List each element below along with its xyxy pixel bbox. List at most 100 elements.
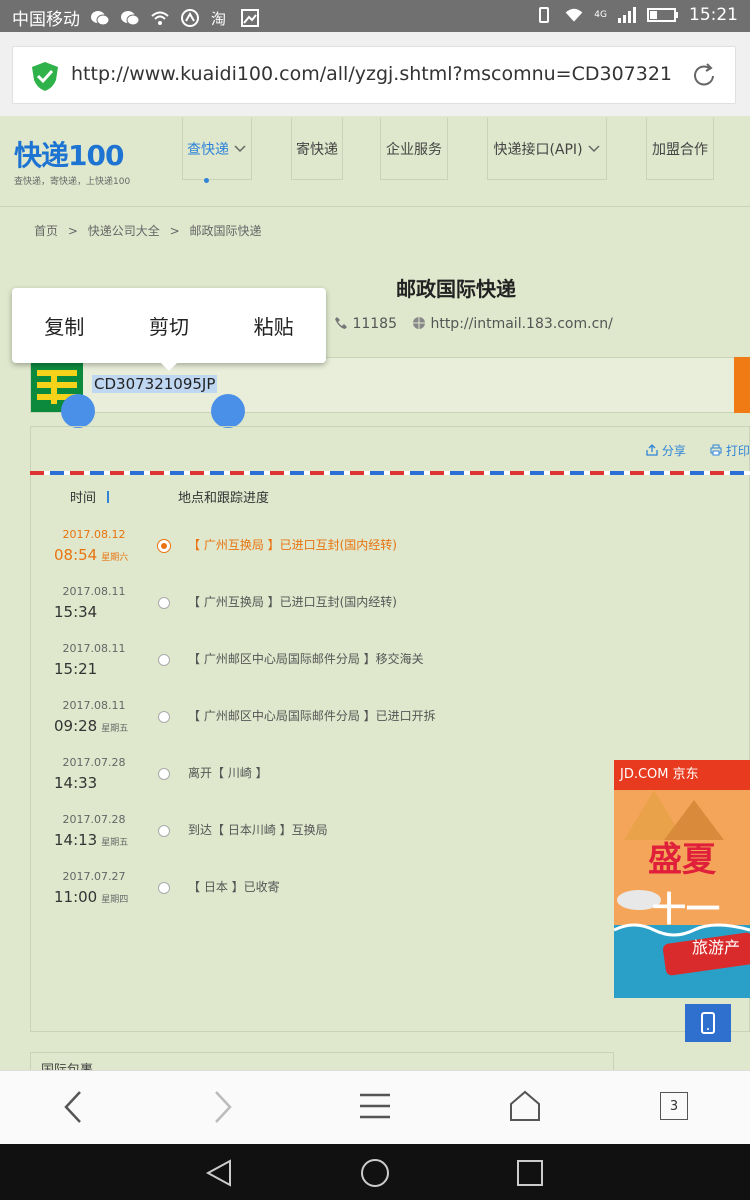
url-text: http://www.kuaidi100.com/all/yzgj.shtml?… — [71, 63, 671, 85]
tab-count-button[interactable]: 3 — [660, 1092, 688, 1120]
active-indicator — [204, 178, 209, 183]
logo-text: 快递100 — [14, 139, 124, 172]
nav-label: 快递接口(API) — [493, 141, 583, 158]
menu-icon[interactable] — [358, 1091, 392, 1121]
ad-headline-1: 盛夏 — [648, 840, 716, 880]
wechat-icon-2 — [121, 10, 140, 25]
event-description: 【 广州互换局 】已进口互封(国内经转) — [188, 595, 397, 609]
column-header-location: 地点和跟踪进度 — [178, 491, 270, 506]
query-button[interactable] — [734, 357, 750, 413]
event-time: 09:28 — [54, 717, 98, 735]
selection-handle-start[interactable] — [61, 394, 95, 428]
event-time-wrap: 15:21 — [54, 659, 101, 678]
column-header-time[interactable]: 时间 — [70, 487, 112, 506]
breadcrumb-current: 邮政国际快递 — [189, 224, 262, 238]
print-button[interactable]: 打印 — [710, 442, 750, 459]
event-time-wrap: 15:34 — [54, 602, 101, 621]
text-context-menu: 复制 剪切 粘贴 — [12, 288, 326, 363]
event-description: 【 广州互换局 】已进口互封(国内经转) — [188, 538, 397, 552]
event-time-wrap: 09:28 星期五 — [54, 716, 128, 735]
status-bar: 中国移动 淘 4G 15:21 — [0, 0, 750, 32]
cut-button[interactable]: 剪切 — [149, 311, 189, 340]
system-home-icon[interactable] — [359, 1157, 391, 1189]
event-time: 14:13 — [54, 831, 98, 849]
event-time-wrap: 14:13 星期五 — [54, 830, 128, 849]
timeline-dot — [158, 825, 170, 837]
event-time-wrap: 11:00 星期四 — [54, 887, 128, 906]
breadcrumb-sep: > — [169, 224, 180, 238]
copy-button[interactable]: 复制 — [44, 311, 84, 340]
site-header: 快递100 查快递，寄快递，上快递100 查快递 寄快递 企业服务 快递接口(A… — [0, 116, 750, 207]
nav-label: 企业服务 — [386, 141, 442, 158]
network-type: 4G — [594, 10, 607, 20]
event-weekday: 星期六 — [101, 553, 129, 563]
airmail-divider — [30, 471, 750, 475]
timeline-dot — [158, 882, 170, 894]
image-icon — [241, 8, 259, 27]
mobile-view-button[interactable] — [685, 1004, 731, 1042]
nav-label: 查快递 — [187, 141, 229, 158]
company-website[interactable]: http://intmail.183.com.cn/ — [412, 316, 613, 332]
share-button[interactable]: 分享 — [646, 442, 686, 459]
system-nav-bar — [0, 1144, 750, 1200]
battery-icon — [647, 8, 678, 22]
breadcrumb-directory[interactable]: 快递公司大全 — [88, 224, 160, 238]
event-date: 2017.08.11 — [62, 585, 126, 598]
event-description: 【 日本 】已收寄 — [188, 880, 280, 894]
system-recents-icon[interactable] — [515, 1158, 545, 1188]
phone-icon — [335, 317, 347, 329]
tracking-number-selected[interactable]: CD307321095JP — [92, 375, 218, 393]
website-url: http://intmail.183.com.cn/ — [430, 316, 613, 332]
event-date: 2017.08.12 — [62, 528, 126, 541]
url-field[interactable]: http://www.kuaidi100.com/all/yzgj.shtml?… — [12, 46, 736, 104]
reload-icon[interactable] — [689, 61, 719, 91]
home-icon[interactable] — [508, 1089, 542, 1123]
system-back-icon[interactable] — [204, 1158, 234, 1188]
event-date: 2017.08.11 — [62, 642, 126, 655]
secure-shield-icon — [32, 62, 58, 91]
carrier-name: 中国移动 — [12, 10, 80, 30]
wifi-hotspot-icon — [151, 11, 169, 25]
ad-ribbon-text: 旅游产 — [692, 938, 741, 957]
taobao-icon: 淘 — [211, 10, 226, 27]
column-header-time-label: 时间 — [70, 491, 97, 506]
globe-icon — [413, 317, 425, 329]
sort-icon — [107, 491, 110, 503]
paste-button[interactable]: 粘贴 — [254, 311, 294, 340]
event-date: 2017.07.27 — [62, 870, 126, 883]
event-time: 15:21 — [54, 660, 98, 678]
company-phone[interactable]: 11185 — [334, 316, 397, 332]
site-logo[interactable]: 快递100 查快递，寄快递，上快递100 — [14, 134, 130, 187]
browser-address-bar: http://www.kuaidi100.com/all/yzgj.shtml?… — [0, 32, 750, 116]
logo-tagline: 查快递，寄快递，上快递100 — [14, 177, 131, 187]
vibrate-icon — [539, 7, 550, 23]
event-description: 【 广州邮区中心局国际邮件分局 】移交海关 — [188, 652, 424, 666]
event-time: 11:00 — [54, 888, 98, 906]
timeline-dot — [158, 654, 170, 666]
breadcrumb-home[interactable]: 首页 — [34, 224, 58, 238]
chevron-down-icon — [234, 144, 246, 152]
nav-api[interactable]: 快递接口(API) — [487, 118, 607, 180]
back-icon[interactable] — [58, 1089, 88, 1125]
signal-icon — [618, 7, 636, 23]
nav-enterprise[interactable]: 企业服务 — [380, 118, 448, 180]
forward-icon[interactable] — [208, 1089, 238, 1125]
nav-track-parcel[interactable]: 查快递 — [182, 118, 252, 180]
nav-send-parcel[interactable]: 寄快递 — [291, 118, 343, 180]
wifi-icon — [565, 8, 583, 22]
event-description: 到达【 日本川崎 】互换局 — [188, 823, 328, 837]
international-parcel-panel: 国际包裹 — [30, 1052, 614, 1078]
share-label: 分享 — [661, 444, 686, 458]
breadcrumb-sep: > — [67, 224, 78, 238]
wechat-icon — [91, 10, 110, 25]
jd-ad-banner[interactable]: JD.COM 京东 盛夏 十一 旅游产 — [614, 760, 750, 998]
nav-franchise[interactable]: 加盟合作 — [646, 118, 714, 180]
browser-toolbar — [0, 1070, 750, 1145]
event-weekday: 星期五 — [101, 838, 129, 848]
timeline-dot-current — [158, 540, 170, 552]
tab-count: 3 — [669, 1098, 679, 1114]
selection-handle-end[interactable] — [211, 394, 245, 428]
context-menu-pointer — [160, 362, 178, 371]
phone-number: 11185 — [352, 316, 397, 332]
page-title: 邮政国际快递 — [396, 277, 516, 301]
